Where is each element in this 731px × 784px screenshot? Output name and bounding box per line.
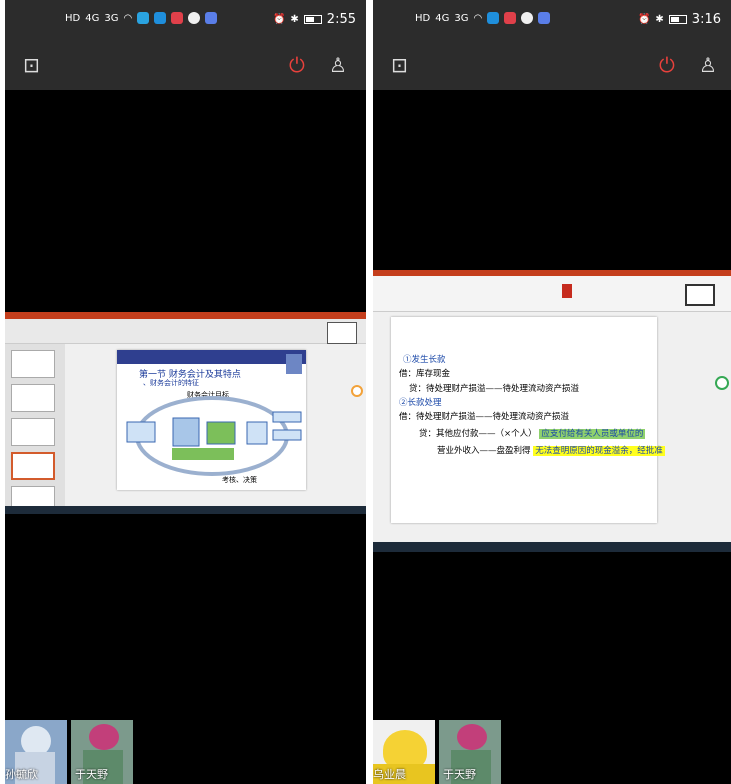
clock: 3:16 <box>691 12 721 27</box>
box-accounting <box>206 421 236 445</box>
power-icon[interactable]: ⏻ <box>289 54 305 76</box>
app-icon <box>137 12 150 24</box>
participant-tile[interactable]: 于天野 <box>71 720 133 784</box>
floating-widget-icon[interactable] <box>351 385 363 397</box>
app-icon <box>171 12 184 24</box>
status-bar: HD 4G 3G ◠ ⏰ ✱ 3:16 <box>373 0 731 40</box>
avatar-flower <box>89 724 119 750</box>
slide-thumbnail-selected <box>11 452 55 480</box>
bluetooth-icon: ✱ <box>655 14 664 25</box>
app-icon <box>504 12 517 24</box>
alarm-icon: ⏰ <box>637 14 651 25</box>
slide-thumbnail <box>11 418 55 446</box>
participant-tile[interactable]: 于天野 <box>439 720 501 784</box>
alarm-icon: ⏰ <box>272 14 286 25</box>
signal-label-2: 3G <box>104 12 119 24</box>
shared-screen: 第一节 财务会计及其特点 、财务会计的特征 财务会计目标 考核、决策 <box>5 312 366 514</box>
participant-tile[interactable]: 孙毓欣 <box>5 720 67 784</box>
slide-line: 借：库存现金 <box>399 369 451 379</box>
app-icon <box>188 12 201 24</box>
status-right: ⏰ ✱ 3:16 <box>638 12 721 27</box>
signal-label-2: 3G <box>454 12 469 24</box>
status-left: HD 4G 3G ◠ <box>65 12 218 24</box>
highlight-yellow: 无法查明原因的现金溢余，经批准 <box>533 446 665 456</box>
box-data-process <box>172 417 200 447</box>
box-info <box>246 421 268 445</box>
slide-canvas: 第一节 财务会计及其特点 、财务会计的特征 财务会计目标 考核、决策 <box>117 350 306 490</box>
clock: 2:55 <box>326 12 356 27</box>
slide-line-text: 营业外收入——盘盈利得 <box>437 446 531 456</box>
slide-preview-mini <box>685 284 715 306</box>
slide-line: 营业外收入——盘盈利得 无法查明原因的现金溢余，经批准 <box>437 444 665 456</box>
exit-fullscreen-icon[interactable]: ⊡ <box>391 54 408 76</box>
participant-name: 孙毓欣 <box>5 768 38 781</box>
slide-line: 贷：其他应付款——（×个人） 应支付给有关人员或单位的 <box>419 427 646 439</box>
exit-fullscreen-icon[interactable]: ⊡ <box>23 54 40 76</box>
meeting-toolbar: ⊡ ⏻ ♙ <box>373 40 731 90</box>
wifi-icon: ◠ <box>473 12 483 24</box>
slide-line: 借：待处理财产损溢——待处理流动资产损溢 <box>399 412 570 422</box>
app-icon <box>538 12 551 24</box>
shared-screen: ①发生长款 借：库存现金 贷：待处理财产损溢——待处理流动资产损溢 ②长款处理 … <box>373 270 731 552</box>
box-enterprise <box>126 421 156 443</box>
slide-canvas: ①发生长款 借：库存现金 贷：待处理财产损溢——待处理流动资产损溢 ②长款处理 … <box>391 317 665 523</box>
battery-icon <box>303 15 322 24</box>
battery-icon <box>668 15 687 24</box>
hd-icon: HD <box>65 12 81 24</box>
highlight-green: 应支付给有关人员或单位的 <box>539 429 646 439</box>
app-icon <box>487 12 500 24</box>
power-icon[interactable]: ⏻ <box>659 54 675 76</box>
ppt-ribbon <box>5 312 366 344</box>
slide-thumbnails <box>5 344 65 514</box>
participant-name: 乌业晨 <box>373 768 406 781</box>
slide-line: ②长款处理 <box>399 398 442 408</box>
ppt-title-bar <box>373 270 731 276</box>
slide-line-text: 贷：其他应付款——（×个人） <box>419 429 537 439</box>
status-bar: HD 4G 3G ◠ ⏰ ✱ 2:55 <box>5 0 366 40</box>
box-review <box>172 448 234 460</box>
right-phone-screen: HD 4G 3G ◠ ⏰ ✱ 3:16 ⊡ ⏻ ♙ ①发生长款 借：库存现金 贷… <box>373 0 731 784</box>
slide-preview-mini <box>327 322 357 344</box>
avatar-flower <box>457 724 487 750</box>
participants-icon[interactable]: ♙ <box>329 54 347 76</box>
bluetooth-icon: ✱ <box>290 14 299 25</box>
slide-line: ①发生长款 <box>403 355 446 365</box>
slide-line: 贷：待处理财产损溢——待处理流动资产损溢 <box>409 384 580 394</box>
windows-taskbar <box>5 506 366 514</box>
participant-name: 于天野 <box>443 768 476 781</box>
ppt-title-bar <box>5 312 366 319</box>
windows-taskbar <box>373 542 731 552</box>
box-external <box>272 411 302 423</box>
pdf-icon <box>562 284 572 298</box>
diagram-label-bottom: 考核、决策 <box>222 476 257 484</box>
floating-widget-icon[interactable] <box>715 376 729 390</box>
status-right: ⏰ ✱ 2:55 <box>273 12 356 27</box>
slide-thumbnail <box>11 350 55 378</box>
app-icon <box>154 12 167 24</box>
meeting-toolbar: ⊡ ⏻ ♙ <box>5 40 366 90</box>
ppt-ribbon <box>373 270 731 312</box>
left-phone-screen: HD 4G 3G ◠ ⏰ ✱ 2:55 ⊡ ⏻ ♙ 第一节 财务会计及其特点 、… <box>5 0 366 784</box>
box-internal <box>272 429 302 441</box>
participant-tile[interactable]: 乌业晨 <box>373 720 435 784</box>
signal-label-1: 4G <box>435 12 450 24</box>
signal-label-1: 4G <box>85 12 100 24</box>
flow-diagram <box>126 396 302 476</box>
app-icon <box>205 12 218 24</box>
participants-icon[interactable]: ♙ <box>699 54 717 76</box>
slide-thumbnail <box>11 384 55 412</box>
status-left: HD 4G 3G ◠ <box>415 12 551 24</box>
wifi-icon: ◠ <box>123 12 133 24</box>
participant-name: 于天野 <box>75 768 108 781</box>
hd-icon: HD <box>415 12 431 24</box>
app-icon <box>521 12 534 24</box>
